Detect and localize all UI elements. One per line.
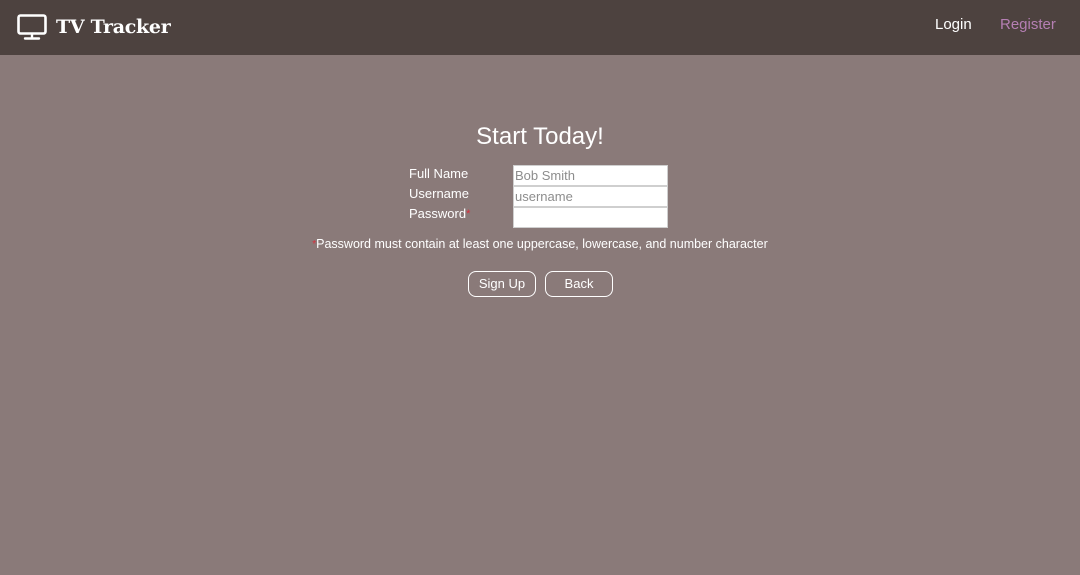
password-note-text: Password must contain at least one upper… (316, 237, 768, 251)
password-label-row: Password* (409, 206, 470, 222)
tv-monitor-icon (17, 14, 47, 40)
username-label: Username (409, 186, 469, 201)
brand-title: TV Tracker (56, 16, 171, 38)
password-input[interactable] (513, 207, 668, 228)
sign-up-button[interactable]: Sign Up (468, 271, 536, 297)
nav-login-link[interactable]: Login (935, 16, 972, 34)
required-asterisk: * (466, 208, 471, 220)
full-name-input[interactable] (513, 165, 668, 186)
page-title: Start Today! (476, 123, 604, 150)
back-button[interactable]: Back (545, 271, 613, 297)
full-name-label: Full Name (409, 166, 469, 181)
username-input[interactable] (513, 186, 668, 207)
brand-link[interactable]: TV Tracker (17, 12, 171, 42)
top-navbar: TV Tracker Login Register (0, 0, 1080, 55)
nav-register-link[interactable]: Register (1000, 16, 1056, 34)
password-label: Password (409, 206, 467, 221)
password-requirements-note: *Password must contain at least one uppe… (0, 237, 1080, 252)
